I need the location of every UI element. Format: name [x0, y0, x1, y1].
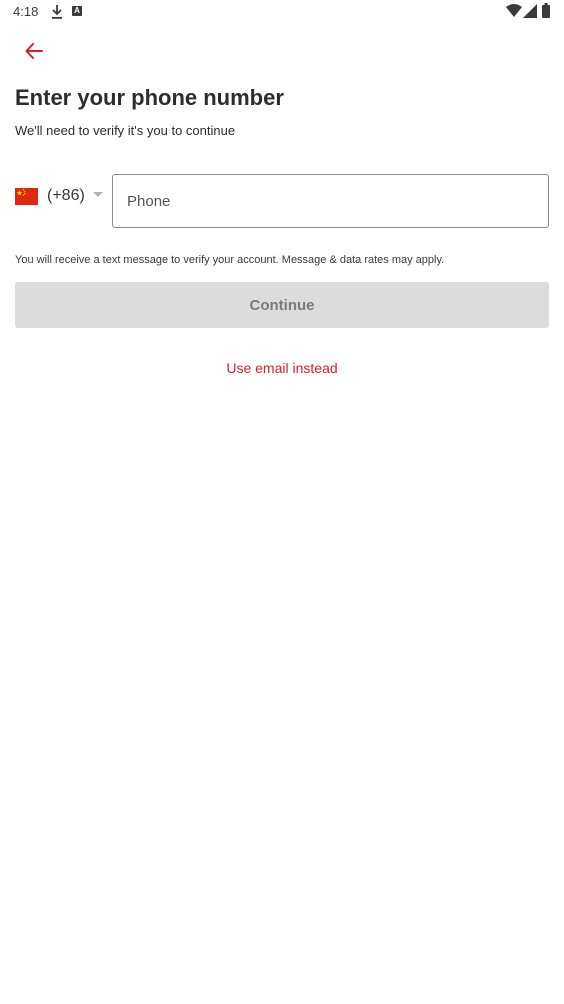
use-email-link[interactable]: Use email instead	[0, 360, 564, 376]
app-notification-icon: A	[72, 6, 82, 16]
phone-input[interactable]	[112, 174, 549, 228]
download-icon	[50, 4, 64, 20]
signal-icon	[523, 4, 537, 18]
wifi-icon	[506, 4, 522, 18]
page-subtitle: We'll need to verify it's you to continu…	[15, 123, 236, 138]
page-title: Enter your phone number	[15, 85, 284, 110]
country-code-label: (+86)	[47, 187, 85, 204]
arrow-left-icon	[25, 42, 43, 64]
status-time: 4:18	[13, 4, 39, 19]
back-button[interactable]	[18, 37, 50, 69]
caret-down-icon	[92, 191, 103, 197]
status-bar: 4:18 A	[0, 0, 564, 24]
china-flag-icon	[15, 187, 38, 205]
continue-button[interactable]: Continue	[15, 282, 549, 328]
sms-disclaimer: You will receive a text message to verif…	[15, 254, 445, 266]
battery-icon	[542, 3, 550, 18]
country-code-picker[interactable]: (+86)	[15, 178, 107, 214]
